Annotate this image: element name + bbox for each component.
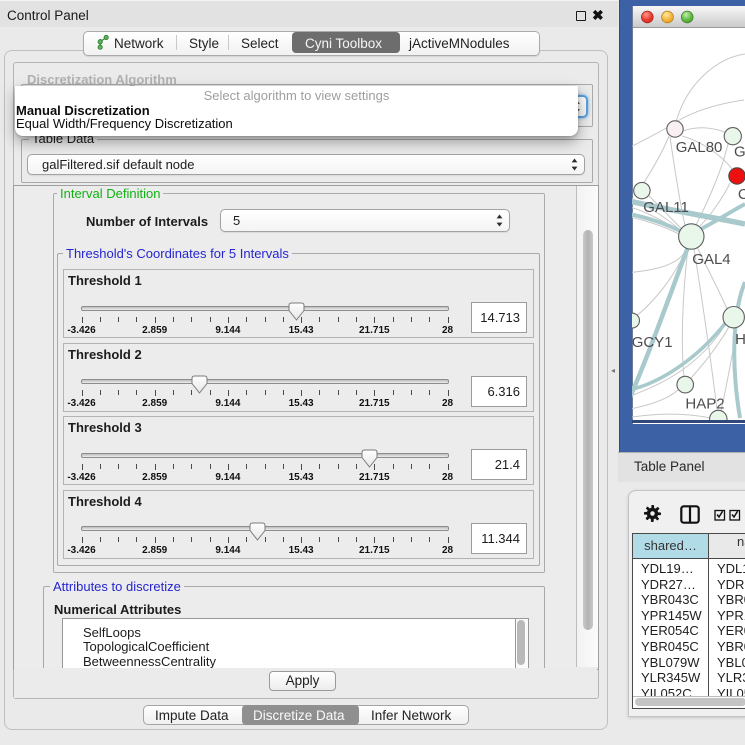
svg-text:HAP2: HAP2: [685, 396, 724, 413]
svg-text:GAL80: GAL80: [676, 139, 723, 156]
svg-text:GAL4: GAL4: [692, 251, 730, 268]
svg-text:H: H: [735, 331, 745, 348]
svg-text:GA: GA: [734, 144, 745, 161]
svg-text:GAL11: GAL11: [643, 199, 689, 216]
svg-text:C: C: [738, 186, 745, 203]
svg-text:GCY1: GCY1: [632, 334, 673, 351]
